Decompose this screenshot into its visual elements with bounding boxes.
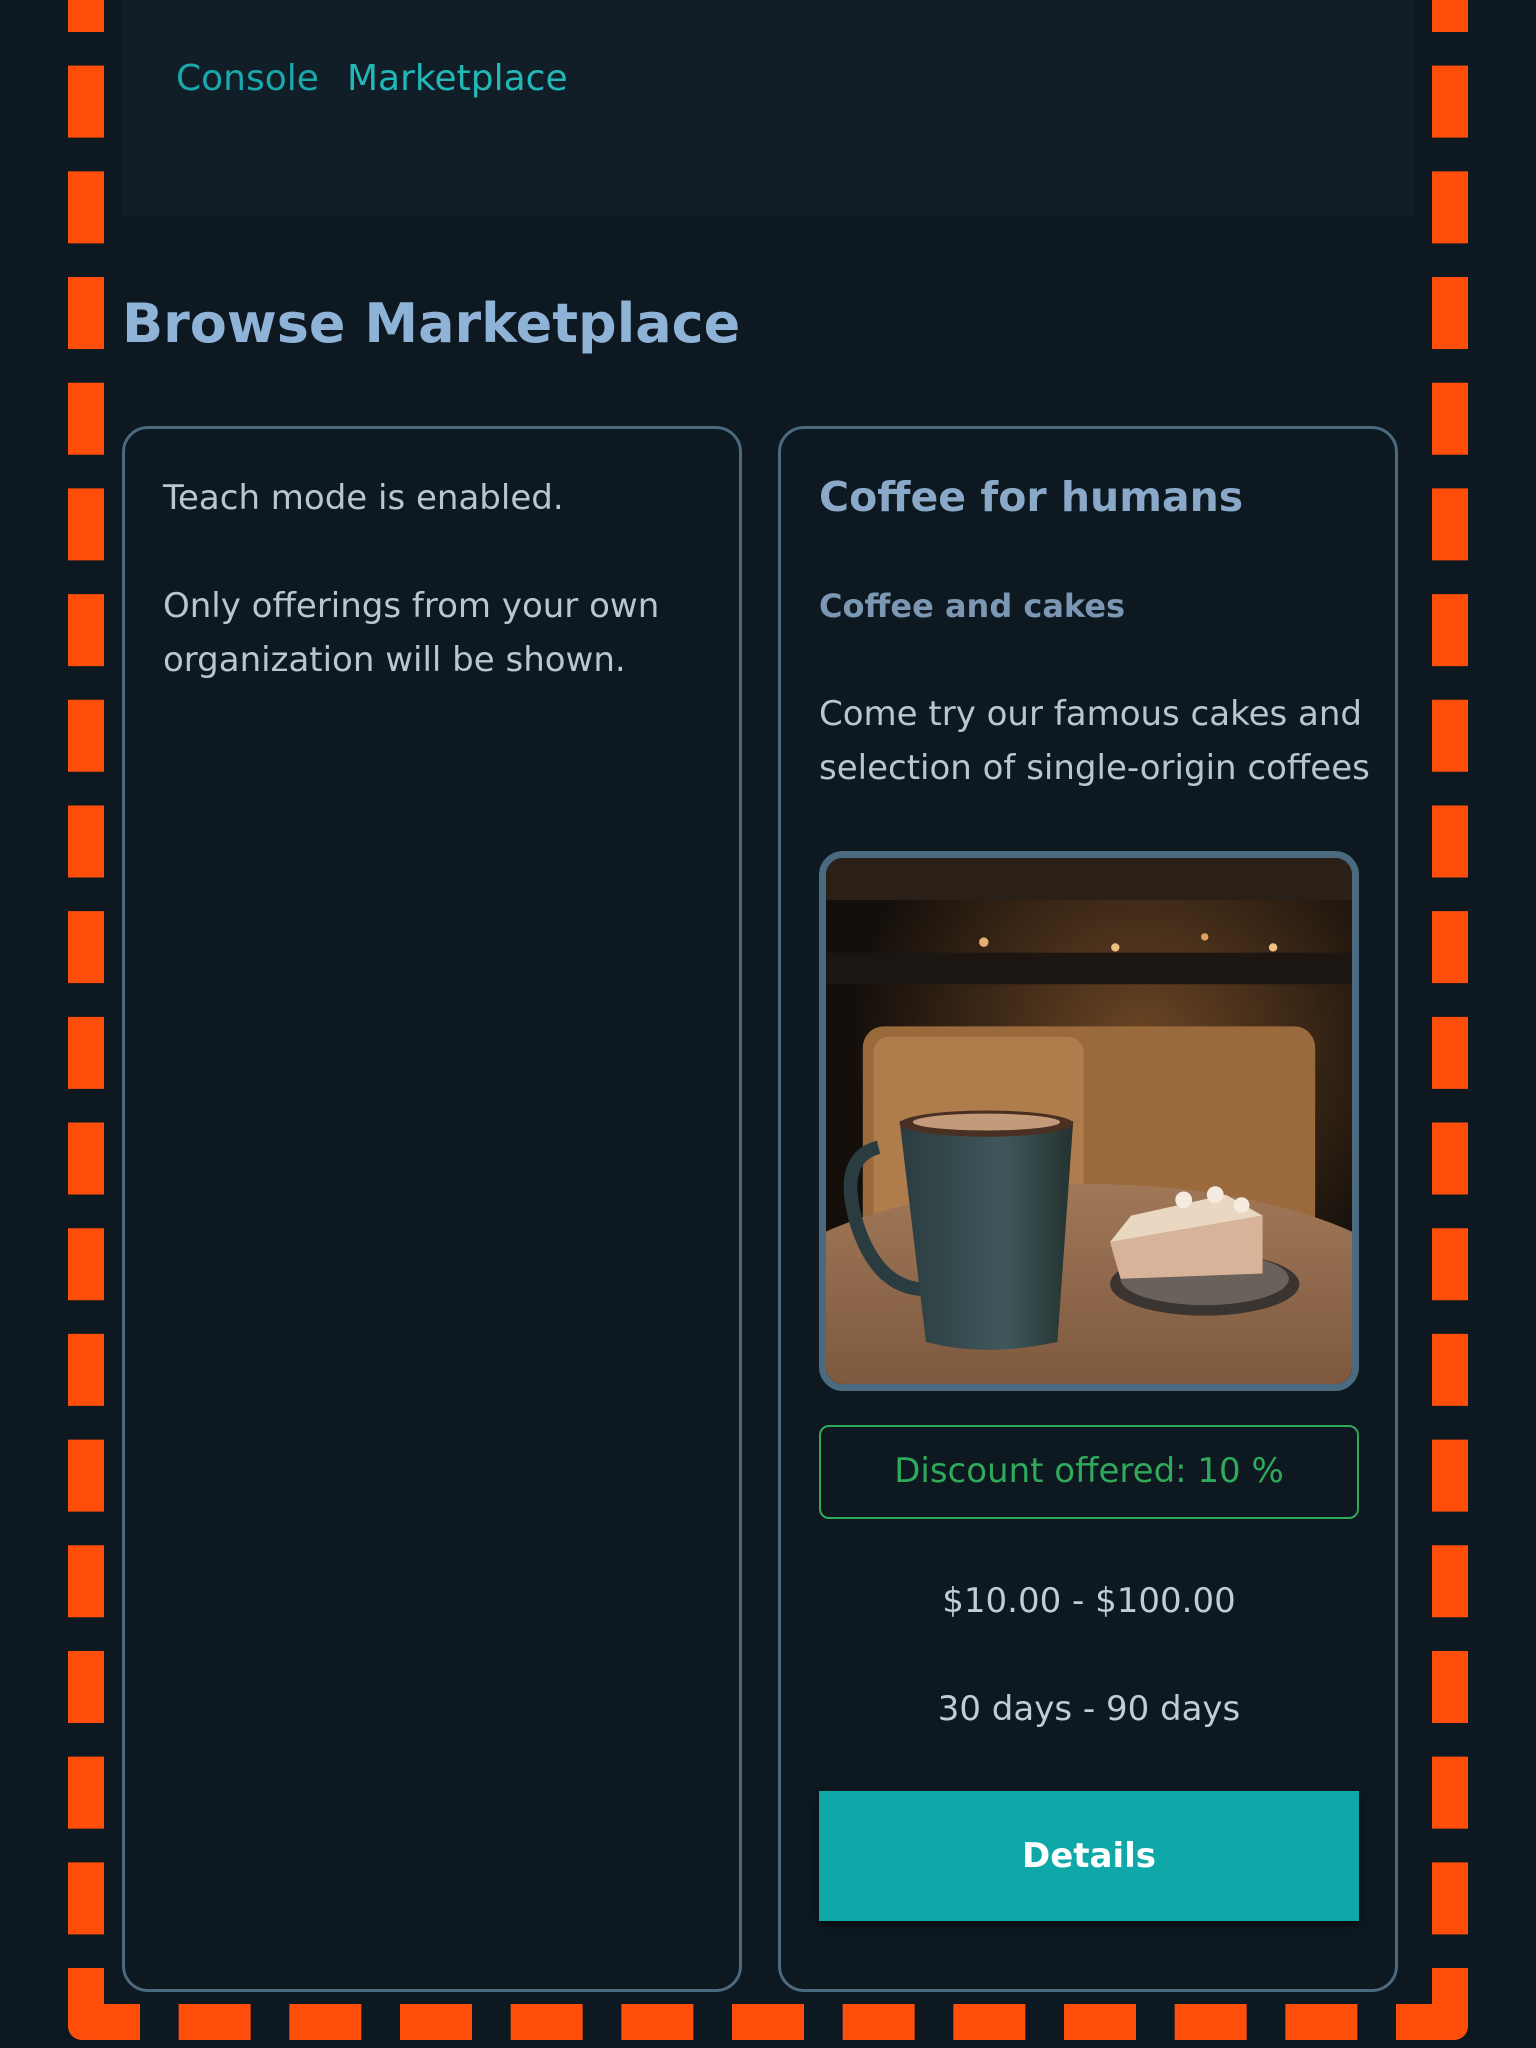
price-range: $10.00 - $100.00 — [942, 1581, 1236, 1621]
page-title: Browse Marketplace — [122, 292, 741, 355]
teach-mode-message: Teach mode is enabled. — [163, 478, 564, 518]
offering-title: Coffee for humans — [819, 473, 1244, 521]
coffee-and-cake-photo — [826, 858, 1352, 1384]
organization-filter-message: Only offerings from your own organizatio… — [163, 586, 660, 680]
offering-subtitle: Coffee and cakes — [819, 587, 1126, 625]
offering-card: Coffee for humans Coffee and cakes Come … — [778, 426, 1398, 1992]
details-button[interactable]: Details — [819, 1791, 1359, 1921]
nav-marketplace-link[interactable]: Marketplace — [347, 58, 568, 99]
discount-badge: Discount offered: 10 % — [819, 1425, 1359, 1519]
offering-image — [819, 851, 1359, 1391]
offering-description: Come try our famous cakes and selection … — [819, 694, 1370, 788]
top-navbar — [122, 0, 1414, 216]
teach-mode-card: Teach mode is enabled. Only offerings fr… — [122, 426, 742, 1992]
duration-range: 30 days - 90 days — [937, 1689, 1241, 1729]
nav-console-link[interactable]: Console — [176, 58, 319, 99]
